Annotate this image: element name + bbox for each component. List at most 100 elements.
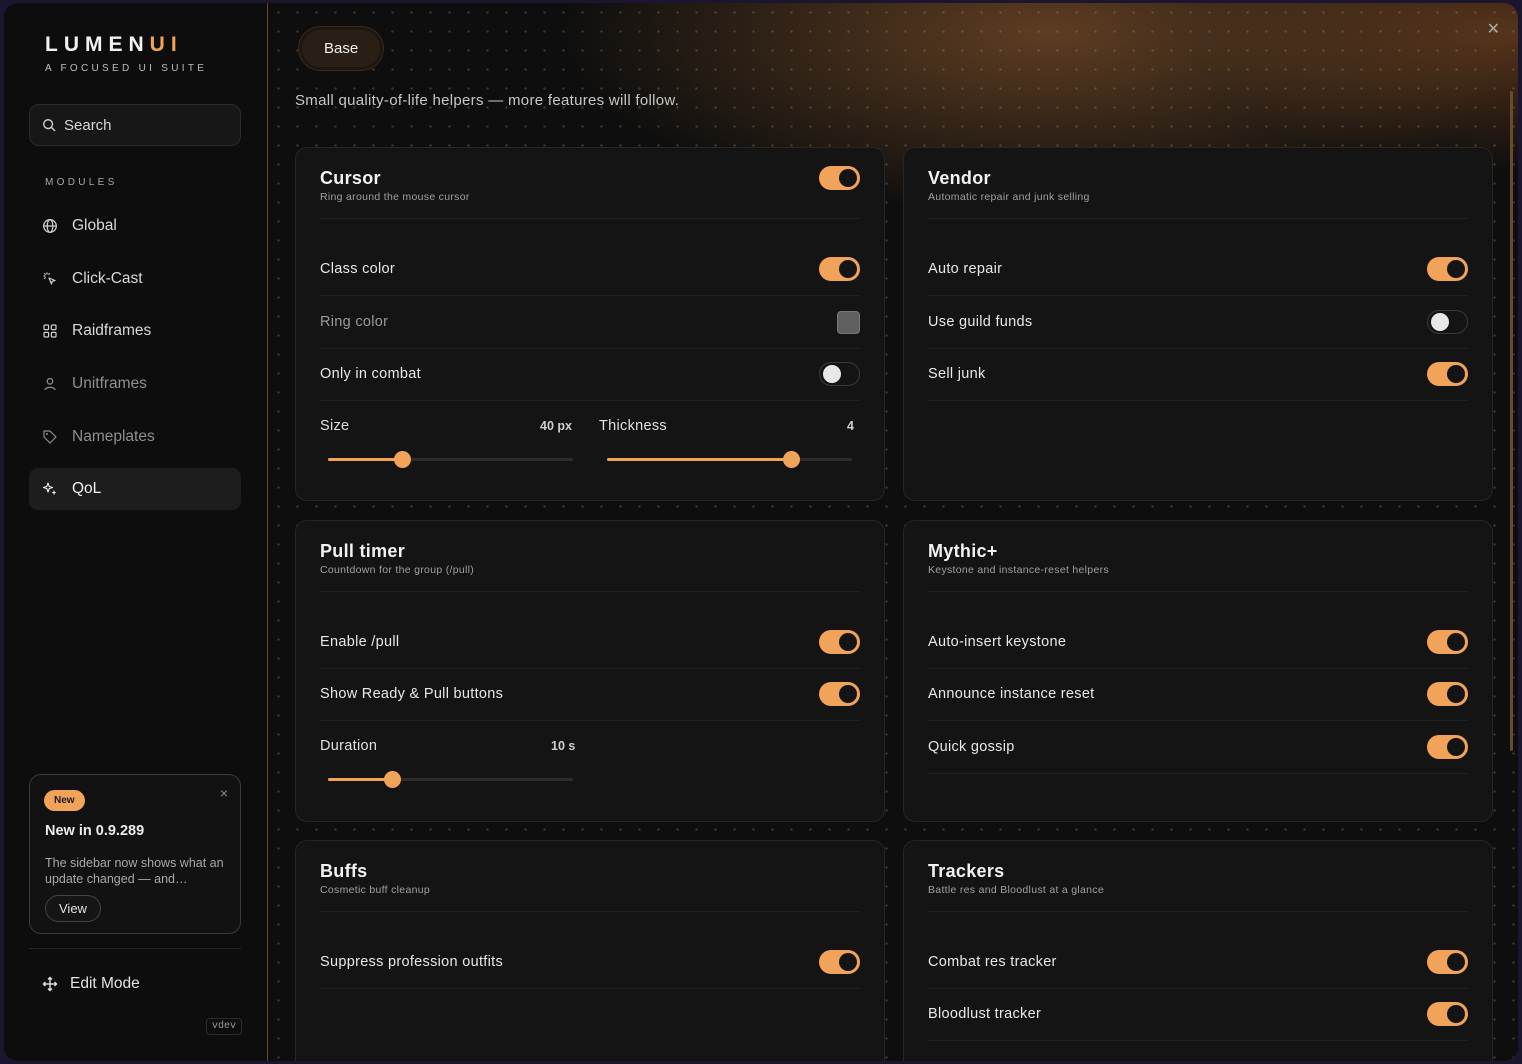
tab-base[interactable]: Base xyxy=(299,27,384,70)
size-label: Size xyxy=(320,418,350,434)
version-badge: vdev xyxy=(206,1018,243,1035)
brand-accent: UI xyxy=(149,33,183,56)
auto-keystone-toggle[interactable] xyxy=(1427,630,1468,654)
setting-label: Sell junk xyxy=(928,366,986,382)
edit-mode-button[interactable]: Edit Mode xyxy=(42,975,140,993)
size-value: 40 px xyxy=(540,419,572,433)
setting-row-guild-funds: Use guild funds xyxy=(928,296,1468,349)
ready-pull-toggle[interactable] xyxy=(819,682,860,706)
globe-icon xyxy=(43,219,57,233)
sell-junk-toggle[interactable] xyxy=(1427,362,1468,386)
divider xyxy=(928,911,1468,912)
brand-tagline: A FOCUSED UI SUITE xyxy=(45,63,208,74)
cursor-enable-toggle[interactable] xyxy=(819,166,860,190)
setting-row-ring-color: Ring color xyxy=(320,296,860,349)
setting-label: Class color xyxy=(320,261,396,277)
card-cursor: Cursor Ring around the mouse cursor Clas… xyxy=(295,147,885,501)
card-buffs: Buffs Cosmetic buff cleanup Suppress pro… xyxy=(295,840,885,1061)
setting-label: Enable /pull xyxy=(320,634,400,650)
search-input[interactable]: Search xyxy=(29,104,241,146)
card-desc: Countdown for the group (/pull) xyxy=(320,564,475,576)
auto-repair-toggle[interactable] xyxy=(1427,257,1468,281)
sidebar-item-label: Raidframes xyxy=(72,322,152,340)
page-subtitle: Small quality-of-life helpers — more fea… xyxy=(295,92,680,109)
news-title: New in 0.9.289 xyxy=(45,823,145,839)
view-button[interactable]: View xyxy=(45,895,101,922)
slider-knob[interactable] xyxy=(383,771,401,788)
suppress-outfits-toggle[interactable] xyxy=(819,950,860,974)
setting-row-only-combat: Only in combat xyxy=(320,348,860,401)
card-trackers: Trackers Battle res and Bloodlust at a g… xyxy=(903,840,1493,1061)
duration-label: Duration xyxy=(320,738,378,754)
setting-label: Announce instance reset xyxy=(928,686,1095,702)
setting-row-combat-res: Combat res tracker xyxy=(928,936,1468,989)
setting-label: Show Ready & Pull buttons xyxy=(320,686,504,702)
sidebar-item-nameplates[interactable]: Nameplates xyxy=(29,416,241,458)
search-placeholder: Search xyxy=(64,116,112,134)
move-icon xyxy=(42,976,58,992)
enable-pull-toggle[interactable] xyxy=(819,630,860,654)
card-desc: Cosmetic buff cleanup xyxy=(320,884,430,896)
divider xyxy=(320,218,860,219)
main-panel: Base ✕ Small quality-of-life helpers — m… xyxy=(269,3,1518,1061)
card-mythic-plus: Mythic+ Keystone and instance-reset help… xyxy=(903,520,1493,822)
setting-label: Use guild funds xyxy=(928,314,1033,330)
thickness-slider[interactable] xyxy=(607,451,852,468)
setting-row-enable-pull: Enable /pull xyxy=(320,616,860,669)
tag-icon xyxy=(43,430,57,444)
setting-row-bloodlust: Bloodlust tracker xyxy=(928,988,1468,1041)
card-desc: Battle res and Bloodlust at a glance xyxy=(928,884,1104,896)
slider-knob[interactable] xyxy=(393,451,411,468)
thickness-value: 4 xyxy=(847,419,854,433)
sidebar-item-click-cast[interactable]: Click-Cast xyxy=(29,258,241,300)
combat-res-toggle[interactable] xyxy=(1427,950,1468,974)
size-slider[interactable] xyxy=(328,451,573,468)
sidebar-item-qol[interactable]: QoL xyxy=(29,468,241,511)
close-icon[interactable]: ✕ xyxy=(1487,19,1500,39)
card-desc: Keystone and instance-reset helpers xyxy=(928,564,1109,576)
card-header: Buffs Cosmetic buff cleanup xyxy=(320,861,860,896)
setting-label: Bloodlust tracker xyxy=(928,1006,1042,1022)
card-header: Vendor Automatic repair and junk selling xyxy=(928,168,1468,203)
sidebar-item-global[interactable]: Global xyxy=(29,205,241,247)
card-title: Vendor xyxy=(928,168,991,188)
card-header: Cursor Ring around the mouse cursor xyxy=(320,168,860,203)
setting-row-ready-pull-buttons: Show Ready & Pull buttons xyxy=(320,668,860,721)
sidebar-item-label: Nameplates xyxy=(72,427,155,445)
brand-logo: LUMENUI xyxy=(45,33,183,57)
click-icon xyxy=(43,272,56,285)
scrollbar[interactable] xyxy=(1510,91,1513,751)
card-title: Trackers xyxy=(928,861,1005,881)
announce-reset-toggle[interactable] xyxy=(1427,682,1468,706)
duration-slider[interactable] xyxy=(328,771,573,788)
card-header: Pull timer Countdown for the group (/pul… xyxy=(320,541,860,576)
ring-color-swatch[interactable] xyxy=(837,310,860,334)
class-color-toggle[interactable] xyxy=(819,257,860,281)
slider-fill xyxy=(607,458,791,461)
brand-name: LUMEN xyxy=(45,33,150,56)
setting-label: Suppress profession outfits xyxy=(320,954,503,970)
close-icon[interactable]: × xyxy=(220,785,228,801)
card-pull-timer: Pull timer Countdown for the group (/pul… xyxy=(295,520,885,822)
slider-fill xyxy=(328,458,402,461)
setting-label: Quick gossip xyxy=(928,739,1015,755)
guild-funds-toggle[interactable] xyxy=(1427,310,1468,334)
divider xyxy=(320,591,860,592)
user-icon xyxy=(44,377,56,391)
card-title: Pull timer xyxy=(320,541,406,561)
setting-row-class-color: Class color xyxy=(320,243,860,296)
new-badge: New xyxy=(44,790,85,811)
setting-label: Auto-insert keystone xyxy=(928,634,1067,650)
sidebar-item-raidframes[interactable]: Raidframes xyxy=(29,310,241,352)
quick-gossip-toggle[interactable] xyxy=(1427,735,1468,759)
sidebar-item-unitframes[interactable]: Unitframes xyxy=(29,363,241,405)
sparkles-icon xyxy=(42,482,57,496)
modules-label: MODULES xyxy=(45,177,118,188)
divider xyxy=(320,911,860,912)
news-body: The sidebar now shows what an update cha… xyxy=(45,856,224,886)
bloodlust-toggle[interactable] xyxy=(1427,1002,1468,1026)
only-combat-toggle[interactable] xyxy=(819,362,860,386)
card-header: Mythic+ Keystone and instance-reset help… xyxy=(928,541,1468,576)
slider-knob[interactable] xyxy=(782,451,800,468)
card-desc: Automatic repair and junk selling xyxy=(928,191,1090,203)
